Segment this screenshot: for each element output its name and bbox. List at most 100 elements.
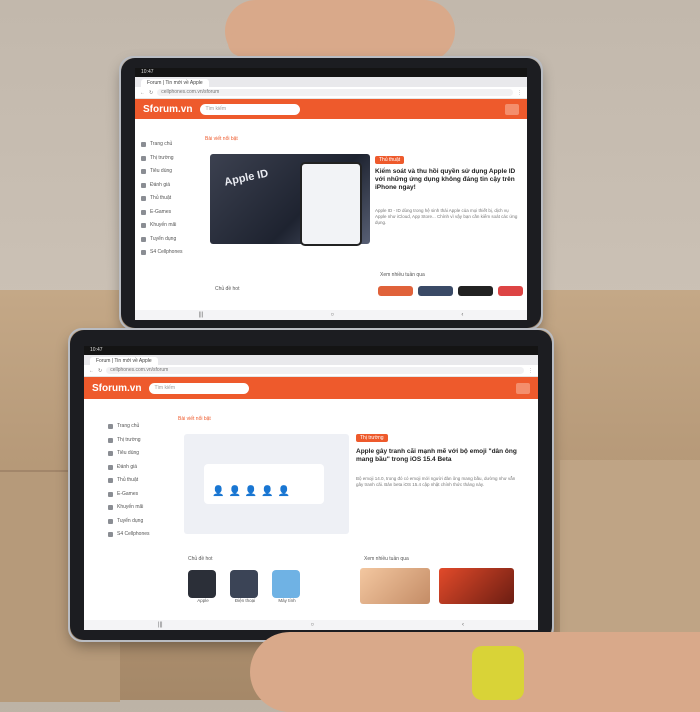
- sidebar-icon: [108, 451, 113, 457]
- android-nav-bar: ||| ○ ‹: [135, 310, 527, 320]
- site-logo[interactable]: Sforum.vn: [143, 104, 192, 115]
- hero-image[interactable]: Apple ID: [210, 154, 370, 246]
- top-tablet: 10:47 Forum | Tin mới về Apple ← ↻ cellp…: [119, 56, 543, 330]
- user-icon[interactable]: [505, 103, 519, 115]
- bottom-screen: 10:47 Forum | Tin mới về Apple ← ↻ cellp…: [84, 346, 538, 630]
- sidebar: Trang chủ Thị trường Tiêu dùng Đánh giá Thủ …: [108, 420, 168, 542]
- hero-image[interactable]: 👤👤👤👤👤: [184, 434, 349, 534]
- sidebar-item-label: Thị trường: [150, 154, 174, 161]
- sidebar-item[interactable]: E-Games: [141, 206, 201, 220]
- home-icon[interactable]: ○: [331, 312, 335, 318]
- sidebar-icon: [108, 518, 113, 524]
- topic-card[interactable]: Máy tính: [272, 570, 302, 603]
- topic-label: Apple: [197, 598, 209, 603]
- article-excerpt: Bộ emoji 14.0, trong đó có emoji mới ngư…: [356, 476, 516, 487]
- article-title[interactable]: Apple gây tranh cãi mạnh mẽ với bộ emoji…: [356, 448, 521, 464]
- topic-card[interactable]: Điện thoại: [230, 570, 260, 603]
- sidebar-item[interactable]: Đánh giá: [141, 179, 201, 193]
- topic-card[interactable]: Apple: [188, 570, 218, 603]
- sidebar-item[interactable]: Khuyến mãi: [141, 219, 201, 233]
- url-field[interactable]: cellphones.com.vn/sforum: [106, 367, 524, 374]
- menu-icon[interactable]: ⋮: [517, 90, 522, 96]
- address-bar[interactable]: ← ↻ cellphones.com.vn/sforum ⋮: [84, 365, 538, 377]
- url-field[interactable]: cellphones.com.vn/sforum: [157, 89, 513, 96]
- sidebar-icon: [141, 169, 146, 175]
- sidebar-icon: [141, 196, 146, 202]
- sidebar-item[interactable]: Tiêu dùng: [108, 447, 168, 461]
- thumb-4[interactable]: [498, 286, 523, 296]
- hot-topics-title: Chủ đề hot: [188, 556, 213, 562]
- sidebar-item-label: Tiêu dùng: [150, 168, 173, 174]
- sidebar-item[interactable]: Tuyển dụng: [141, 233, 201, 247]
- back-nav-icon[interactable]: ‹: [461, 312, 463, 318]
- sidebar-item[interactable]: Thủ thuật: [108, 474, 168, 488]
- sidebar-item-label: Trang chủ: [150, 141, 173, 147]
- sidebar-item-label: Khuyến mãi: [150, 222, 177, 228]
- category-badge[interactable]: Thủ thuật: [375, 156, 405, 164]
- recents-icon[interactable]: |||: [199, 312, 204, 318]
- sidebar-item[interactable]: Khuyến mãi: [108, 501, 168, 515]
- sidebar-item[interactable]: Trang chủ: [141, 138, 201, 152]
- thumb-2[interactable]: [418, 286, 453, 296]
- thumb-1[interactable]: [360, 568, 430, 604]
- sidebar-icon: [141, 155, 146, 161]
- hero-caption: Apple ID: [223, 167, 270, 189]
- user-icon[interactable]: [516, 382, 530, 394]
- back-icon[interactable]: ←: [89, 368, 94, 374]
- sidebar-item-label: Thủ thuật: [117, 477, 139, 483]
- browser-tab[interactable]: Forum | Tin mới về Apple: [141, 79, 209, 87]
- category-badge[interactable]: Thị trường: [356, 434, 388, 442]
- search-input[interactable]: Tìm kiếm: [200, 103, 301, 115]
- sidebar-icon: [141, 209, 146, 215]
- recents-icon[interactable]: |||: [158, 622, 163, 628]
- sidebar-icon: [108, 491, 113, 497]
- yellow-watch: [472, 646, 524, 700]
- article-excerpt: Apple ID - ID dùng trong hệ sinh thái Ap…: [375, 208, 518, 225]
- hot-topics-title: Chủ đề hot: [215, 286, 240, 292]
- address-bar[interactable]: ← ↻ cellphones.com.vn/sforum ⋮: [135, 87, 527, 99]
- android-nav-bar: ||| ○ ‹: [84, 620, 538, 630]
- browser-tab[interactable]: Forum | Tin mới về Apple: [90, 357, 158, 365]
- sidebar-icon: [108, 532, 113, 538]
- sidebar-icon: [141, 142, 146, 148]
- back-icon[interactable]: ←: [140, 90, 145, 96]
- sidebar-icon: [108, 478, 113, 484]
- sidebar-icon: [141, 182, 146, 188]
- thumb-3[interactable]: [458, 286, 493, 296]
- thumb-2[interactable]: [439, 568, 514, 604]
- home-icon[interactable]: ○: [311, 622, 315, 628]
- sidebar-item[interactable]: Trang chủ: [108, 420, 168, 434]
- site-logo[interactable]: Sforum.vn: [92, 383, 141, 394]
- sidebar-icon: [108, 437, 113, 443]
- back-nav-icon[interactable]: ‹: [462, 622, 464, 628]
- sidebar-item-label: Thủ thuật: [150, 195, 172, 201]
- sidebar-item[interactable]: E-Games: [108, 488, 168, 502]
- sidebar-item[interactable]: Đánh giá: [108, 461, 168, 475]
- reload-icon[interactable]: ↻: [98, 368, 102, 374]
- topic-thumb: [272, 570, 300, 598]
- sidebar-item[interactable]: Tuyển dụng: [108, 515, 168, 529]
- sidebar-item[interactable]: S4 Cellphones: [108, 528, 168, 542]
- menu-icon[interactable]: ⋮: [528, 368, 533, 374]
- search-input[interactable]: Tìm kiếm: [149, 382, 250, 394]
- emoji-row: 👤👤👤👤👤: [212, 486, 295, 497]
- sidebar-item-label: Đánh giá: [117, 463, 138, 470]
- sidebar-item[interactable]: Tiêu dùng: [141, 165, 201, 179]
- sidebar-item-label: Tuyển dụng: [150, 235, 177, 242]
- sidebar-item-label: E-Games: [117, 490, 139, 497]
- section-title: Bài viết nổi bật: [178, 416, 211, 422]
- sidebar-item[interactable]: Thị trường: [108, 434, 168, 448]
- section-title: Bài viết nổi bật: [205, 136, 238, 142]
- sidebar-item-label: S4 Cellphones: [150, 249, 183, 255]
- reload-icon[interactable]: ↻: [149, 90, 153, 96]
- top-screen: 10:47 Forum | Tin mới về Apple ← ↻ cellp…: [135, 68, 527, 320]
- sidebar-item[interactable]: S4 Cellphones: [141, 246, 201, 260]
- status-bar: 10:47: [84, 346, 538, 355]
- topic-thumb: [188, 570, 216, 598]
- site-header: Sforum.vn Tìm kiếm: [84, 377, 538, 399]
- thumb-1[interactable]: [378, 286, 413, 296]
- top-thumb: [228, 30, 298, 56]
- sidebar-item[interactable]: Thủ thuật: [141, 192, 201, 206]
- sidebar-item[interactable]: Thị trường: [141, 152, 201, 166]
- article-title[interactable]: Kiểm soát và thu hồi quyền sử dụng Apple…: [375, 168, 520, 192]
